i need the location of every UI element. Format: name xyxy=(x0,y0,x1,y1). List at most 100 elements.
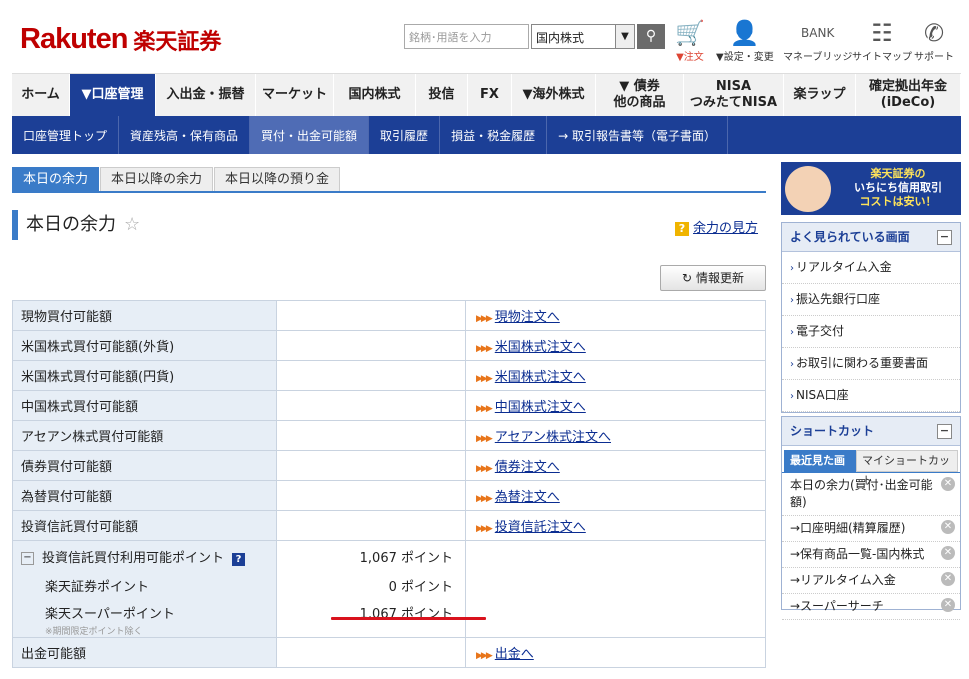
nav-item[interactable]: 入出金・振替 xyxy=(156,74,256,116)
howto-link-text[interactable]: 余力の見方 xyxy=(693,221,758,236)
close-icon[interactable]: ✕ xyxy=(941,572,955,586)
howto-link[interactable]: ? 余力の見方 xyxy=(675,217,758,236)
shortcut-item[interactable]: →スーパーサーチ ✕ xyxy=(782,594,960,620)
search-icon: ⚲ xyxy=(645,28,657,44)
order-link[interactable]: 投資信託注文へ xyxy=(495,520,586,535)
popular-page-item[interactable]: › リアルタイム入金 xyxy=(782,252,960,284)
close-icon[interactable]: ✕ xyxy=(941,598,955,612)
nav-item[interactable]: 投信 xyxy=(416,74,468,116)
collapse-icon[interactable]: − xyxy=(937,230,952,245)
nav-item[interactable]: FX xyxy=(468,74,512,116)
row-link-cell: ▶▶▶ 米国株式注文へ xyxy=(465,330,766,361)
shortcut-item[interactable]: →口座明細(精算履歴) ✕ xyxy=(782,516,960,542)
search-category-select[interactable]: 国内株式 ▼ xyxy=(531,24,635,49)
popular-page-item[interactable]: › 振込先銀行口座 xyxy=(782,284,960,316)
points-main-label: − 投資信託買付利用可能ポイント? xyxy=(21,547,276,566)
order-link[interactable]: 為替注文へ xyxy=(495,490,560,505)
popular-page-item[interactable]: › お取引に関わる重要書面 xyxy=(782,348,960,380)
subnav-item[interactable]: 資産残高・保有商品 xyxy=(119,116,251,154)
nav-item[interactable]: ▼ 債券 他の商品 xyxy=(596,74,684,116)
tab-future-deposit[interactable]: 本日以降の預り金 xyxy=(214,167,341,192)
chevron-right-icon: › xyxy=(790,359,794,370)
nav-item[interactable]: ホーム xyxy=(12,74,70,116)
subnav-item[interactable]: 口座管理トップ xyxy=(12,116,120,154)
collapse-icon[interactable]: − xyxy=(937,424,952,439)
support-label: サポート xyxy=(914,52,954,63)
close-icon[interactable]: ✕ xyxy=(941,520,955,534)
nav-item[interactable]: 楽ラップ xyxy=(784,74,856,116)
refresh-icon: ↻ xyxy=(682,271,693,285)
order-link[interactable]: 中国株式注文へ xyxy=(495,400,586,415)
nav-item[interactable]: NISA つみたてNISA xyxy=(684,74,784,116)
money-bridge-link[interactable]: BANK マネーブリッジ xyxy=(783,18,852,63)
refresh-button[interactable]: ↻ 情報更新 xyxy=(660,265,766,291)
nav-item-label: ▼海外株式 xyxy=(522,87,585,102)
points-label-cell: − 投資信託買付利用可能ポイント? 楽天証券ポイント 楽天スーパーポイント ※期間… xyxy=(12,540,277,638)
nav-item-label: ▼ 債券 他の商品 xyxy=(613,79,666,110)
order-link[interactable]: 債券注文へ xyxy=(495,460,560,475)
nav-item[interactable]: 国内株式 xyxy=(334,74,416,116)
popular-pages-box: よく見られている画面 − › リアルタイム入金 › 振込先銀行口座 › 電子交付 › お取引に関… xyxy=(781,222,961,413)
close-icon[interactable]: ✕ xyxy=(941,477,955,491)
help-icon[interactable]: ? xyxy=(232,553,246,566)
collapse-icon[interactable]: − xyxy=(21,552,34,565)
subnav-item[interactable]: → 取引報告書等（電子書面） xyxy=(547,116,728,154)
sitemap-link[interactable]: ☷ サイトマップ xyxy=(852,18,912,63)
withdraw-link[interactable]: 出金へ xyxy=(495,647,534,662)
popular-page-item[interactable]: › 電子交付 xyxy=(782,316,960,348)
support-link[interactable]: ✆ サポート xyxy=(914,18,954,63)
order-menu[interactable]: 🛒 ▼注文 xyxy=(675,18,705,63)
subnav-item[interactable]: 損益・税金履歴 xyxy=(440,116,548,154)
tab-future-balance[interactable]: 本日以降の余力 xyxy=(100,167,214,192)
shortcut-header: ショートカット − xyxy=(782,417,960,446)
points-row: − 投資信託買付利用可能ポイント? 楽天証券ポイント 楽天スーパーポイント ※期間… xyxy=(12,540,766,638)
nav-item-label: 国内株式 xyxy=(348,87,401,102)
close-icon[interactable]: ✕ xyxy=(941,546,955,560)
shortcut-label: →スーパーサーチ xyxy=(790,599,884,613)
order-link[interactable]: 米国株式注文へ xyxy=(495,370,586,385)
subnav-item[interactable]: 取引履歴 xyxy=(369,116,441,154)
shortcut-item[interactable]: →保有商品一覧-国内株式 ✕ xyxy=(782,542,960,568)
shortcut-list: 本日の余力(買付･出金可能額) ✕ →口座明細(精算履歴) ✕ →保有商品一覧-国内株式… xyxy=(782,472,960,620)
margin-trading-banner[interactable]: 楽天証券の いちにち信用取引 コストは安い！ xyxy=(781,162,961,215)
triple-arrow-icon: ▶▶▶ xyxy=(476,524,493,534)
popular-page-label: お取引に関わる重要書面 xyxy=(796,356,929,370)
row-label: 投資信託買付可能額 xyxy=(12,510,277,541)
order-link[interactable]: 現物注文へ xyxy=(495,310,560,325)
triple-arrow-icon: ▶▶▶ xyxy=(476,651,493,661)
sub-nav: 口座管理トップ 資産残高・保有商品 買付・出金可能額 取引履歴 損益・税金履歴 → 取引報… xyxy=(12,116,961,154)
tab-recent[interactable]: 最近見た画面 xyxy=(784,450,856,487)
subnav-item[interactable]: 買付・出金可能額 xyxy=(250,116,370,154)
nav-item[interactable]: ▼口座管理 xyxy=(70,74,156,116)
table-row: 債券買付可能額 ▶▶▶ 債券注文へ xyxy=(12,450,766,481)
popular-page-label: リアルタイム入金 xyxy=(796,260,892,274)
table-row: アセアン株式買付可能額 ▶▶▶ アセアン株式注文へ xyxy=(12,420,766,451)
search-input[interactable]: 銘柄･用語を入力 xyxy=(404,24,529,49)
nav-item[interactable]: 確定拠出年金 (iDeCo) xyxy=(856,74,961,116)
triple-arrow-icon: ▶▶▶ xyxy=(476,464,493,474)
popular-page-item[interactable]: › NISA口座 xyxy=(782,380,960,412)
nav-item-label: NISA つみたてNISA xyxy=(689,79,778,110)
balance-tabs: 本日の余力 本日以降の余力 本日以降の預り金 xyxy=(12,167,341,192)
settings-menu[interactable]: 👤 ▼設定・変更 xyxy=(716,18,774,63)
sitemap-icon: ☷ xyxy=(871,19,893,47)
balance-table-body: 現物買付可能額 ▶▶▶ 現物注文へ 米国株式買付可能額(外貨) ▶▶▶ 米国株式注文へ 米国… xyxy=(12,300,766,668)
tab-today-balance[interactable]: 本日の余力 xyxy=(12,167,100,192)
shortcut-item[interactable]: →リアルタイム入金 ✕ xyxy=(782,568,960,594)
rakuten-sec-point-label: 楽天証券ポイント xyxy=(45,580,150,595)
nav-item[interactable]: マーケット xyxy=(256,74,334,116)
search-button[interactable]: ⚲ xyxy=(637,24,665,49)
nav-item-label: 楽ラップ xyxy=(793,87,846,102)
cart-icon: 🛒 xyxy=(675,19,705,47)
nav-item[interactable]: ▼海外株式 xyxy=(512,74,596,116)
star-icon[interactable]: ☆ xyxy=(124,214,140,235)
row-link-cell: ▶▶▶ 米国株式注文へ xyxy=(465,360,766,391)
tab-my-shortcut[interactable]: マイショートカット xyxy=(856,450,958,487)
order-link[interactable]: 米国株式注文へ xyxy=(495,340,586,355)
shortcut-label: →保有商品一覧-国内株式 xyxy=(790,547,925,561)
chevron-right-icon: › xyxy=(790,263,794,274)
popular-page-label: NISA口座 xyxy=(796,388,849,402)
shortcut-item[interactable]: 本日の余力(買付･出金可能額) ✕ xyxy=(782,473,960,516)
rakuten-logo[interactable]: Rakuten 楽天証券 xyxy=(20,22,221,56)
order-link[interactable]: アセアン株式注文へ xyxy=(495,430,611,445)
